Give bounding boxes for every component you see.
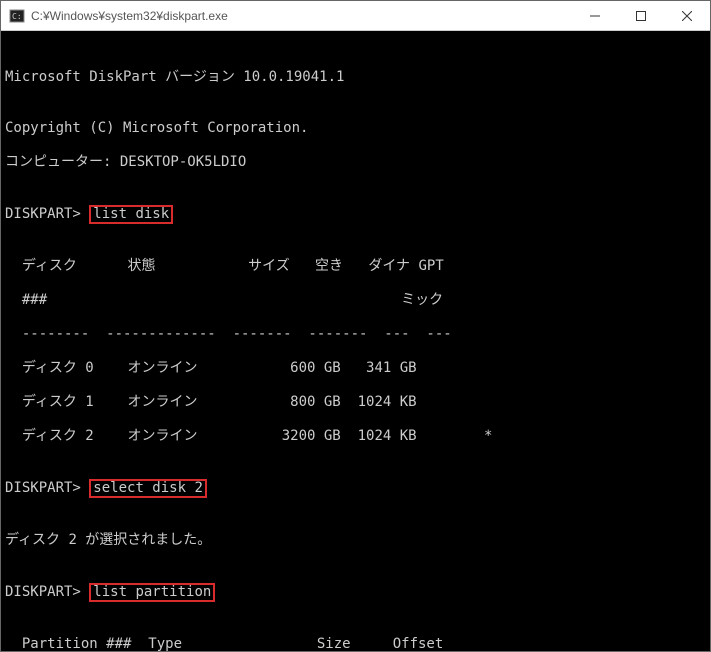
minimize-button[interactable] <box>572 1 618 31</box>
line-copyright: Copyright (C) Microsoft Corporation. <box>5 120 706 137</box>
disk-row-2: ディスク 2 オンライン 3200 GB 1024 KB * <box>5 428 706 445</box>
line-computer: コンピューター: DESKTOP-OK5LDIO <box>5 154 706 171</box>
disk-header1: ディスク 状態 サイズ 空き ダイナ GPT <box>5 258 706 275</box>
disk-selected: ディスク 2 が選択されました。 <box>5 532 706 549</box>
cmd-list-disk: list disk <box>89 205 173 224</box>
svg-text:C:: C: <box>12 12 22 21</box>
window-title: C:¥Windows¥system32¥diskpart.exe <box>31 9 228 23</box>
prompt-select-disk: DISKPART> select disk 2 <box>5 479 706 498</box>
line-version: Microsoft DiskPart バージョン 10.0.19041.1 <box>5 69 706 86</box>
terminal-output[interactable]: Microsoft DiskPart バージョン 10.0.19041.1 Co… <box>1 31 710 651</box>
disk-row-1: ディスク 1 オンライン 800 GB 1024 KB <box>5 394 706 411</box>
close-button[interactable] <box>664 1 710 31</box>
prompt: DISKPART> <box>5 584 81 600</box>
prompt-list-partition: DISKPART> list partition <box>5 583 706 602</box>
maximize-button[interactable] <box>618 1 664 31</box>
prompt: DISKPART> <box>5 206 81 222</box>
cmd-list-partition: list partition <box>89 583 215 602</box>
prompt: DISKPART> <box>5 480 81 496</box>
titlebar: C: C:¥Windows¥system32¥diskpart.exe <box>1 1 710 31</box>
disk-row-0: ディスク 0 オンライン 600 GB 341 GB <box>5 360 706 377</box>
disk-header2: ### ミック <box>5 292 706 309</box>
console-window: C: C:¥Windows¥system32¥diskpart.exe Micr… <box>0 0 711 652</box>
app-icon: C: <box>9 8 25 24</box>
prompt-list-disk: DISKPART> list disk <box>5 205 706 224</box>
cmd-select-disk: select disk 2 <box>89 479 207 498</box>
part-header: Partition ### Type Size Offset <box>5 636 706 651</box>
disk-rule: -------- ------------- ------- ------- -… <box>5 326 706 343</box>
